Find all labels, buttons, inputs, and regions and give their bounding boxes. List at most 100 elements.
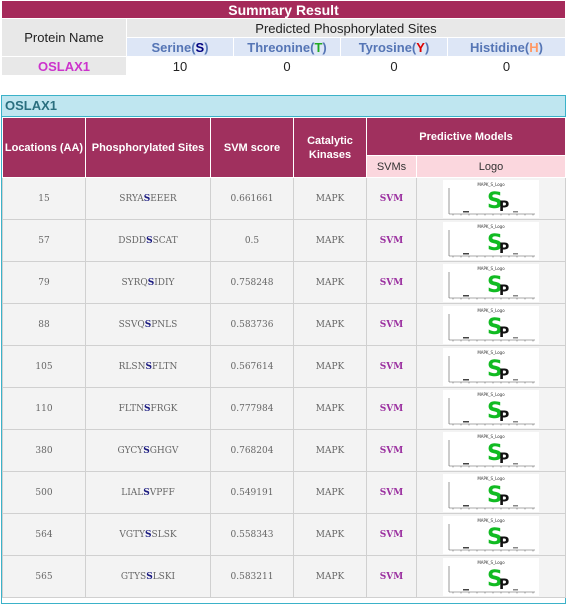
location-cell: 110 — [2, 387, 86, 430]
svm-score-cell: 0.5 — [210, 219, 294, 262]
table-row: 110 FLTNSFRGK 0.777984 MAPK SVM MAPK_S_Logo S P — [2, 387, 567, 430]
sequence-logo-icon: MAPK_S_LogoSP — [443, 557, 539, 596]
logo-cell: MAPK_S_Logo S P — [415, 429, 567, 472]
site-prefix: FLTN — [118, 403, 144, 414]
histidine-header: Histidine(H) — [448, 38, 565, 56]
location-cell: 380 — [2, 429, 86, 472]
location-cell: 564 — [2, 513, 86, 556]
summary-title: Summary Result — [2, 1, 565, 18]
svg-text:P: P — [499, 325, 509, 341]
table-row: 105 RLSNSFLTN 0.567614 MAPK SVM MAPK_S_Logo S P — [2, 345, 567, 388]
logo-header: Logo — [415, 155, 567, 178]
sequence-logo-icon: MAPK_S_LogoSP — [443, 221, 539, 260]
sites-header: Phosphorylated Sites — [85, 117, 211, 178]
site-suffix: LSKI — [152, 571, 176, 582]
logo-title: MAPK_S_Logo — [477, 560, 505, 565]
location-cell: 57 — [2, 219, 86, 262]
logo-title: MAPK_S_Logo — [477, 308, 505, 313]
site-sequence-cell: RLSNSFLTN — [85, 345, 211, 388]
serine-header: Serine(S) — [127, 38, 233, 56]
logo-cell: MAPK_S_Logo S P — [415, 177, 567, 220]
logo-title: MAPK_S_Logo — [477, 266, 505, 271]
sequence-logo-icon: MAPK_S_LogoSP — [443, 305, 539, 344]
site-suffix: SCAT — [152, 235, 178, 246]
site-sequence-cell: GYCYSGHGV — [85, 429, 211, 472]
site-sequence-cell: GTYSSLSKI — [85, 555, 211, 598]
kinase-cell: MAPK — [293, 303, 367, 346]
logo-title: MAPK_S_Logo — [477, 518, 505, 523]
svm-model-link[interactable]: SVM — [366, 387, 417, 430]
svm-model-link[interactable]: SVM — [366, 555, 417, 598]
svm-model-link[interactable]: SVM — [366, 429, 417, 472]
site-sequence-cell: SSVQSPNLS — [85, 303, 211, 346]
svm-score-cell: 0.558343 — [210, 513, 294, 556]
summary-protein-name: OSLAX1 — [2, 57, 126, 75]
table-row: 380 GYCYSGHGV 0.768204 MAPK SVM MAPK_S_Logo S P — [2, 429, 567, 472]
sequence-logo-icon: MAPK_S_LogoSP — [443, 179, 539, 218]
svm-score-cell: 0.549191 — [210, 471, 294, 514]
table-row: 565 GTYSSLSKI 0.583211 MAPK SVM MAPK_S_Logo S P — [2, 555, 567, 598]
kinase-cell: MAPK — [293, 261, 367, 304]
sequence-logo-icon: MAPK_S_LogoSP — [443, 347, 539, 386]
sequence-logo-icon: MAPK_S_LogoSP — [443, 515, 539, 554]
histidine-suffix: ) — [538, 39, 543, 55]
histidine-code: H — [529, 39, 539, 55]
site-prefix: SYRQ — [121, 277, 148, 288]
sequence-logo-icon: MAPK_S_LogoSP — [443, 263, 539, 302]
threonine-suffix: ) — [322, 39, 327, 55]
table-row: 88 SSVQSPNLS 0.583736 MAPK SVM MAPK_S_Logo S P — [2, 303, 567, 346]
svm-model-link[interactable]: SVM — [366, 513, 417, 556]
svm-score-cell: 0.777984 — [210, 387, 294, 430]
logo-cell: MAPK_S_Logo S P — [415, 261, 567, 304]
sequence-logo-icon: MAPK_S_LogoSP — [443, 389, 539, 428]
svg-text:P: P — [499, 241, 509, 257]
svm-model-link[interactable]: SVM — [366, 261, 417, 304]
site-prefix: GTYS — [120, 571, 147, 582]
kinase-cell: MAPK — [293, 555, 367, 598]
tyrosine-suffix: ) — [424, 39, 430, 55]
svg-text:P: P — [499, 577, 509, 593]
svg-text:P: P — [499, 283, 509, 299]
location-cell: 500 — [2, 471, 86, 514]
svm-model-link[interactable]: SVM — [366, 219, 417, 262]
svm-model-link[interactable]: SVM — [366, 177, 417, 220]
histidine-label: Histidine( — [470, 39, 530, 55]
site-prefix: RLSN — [118, 361, 146, 372]
site-suffix: VPFF — [149, 487, 175, 498]
threonine-label: Threonine( — [247, 39, 315, 55]
site-sequence-cell: FLTNSFRGK — [85, 387, 211, 430]
svm-score-cell: 0.567614 — [210, 345, 294, 388]
site-prefix: VGTY — [119, 529, 146, 540]
svm-model-link[interactable]: SVM — [366, 303, 417, 346]
logo-title: MAPK_S_Logo — [477, 476, 505, 481]
svg-text:P: P — [499, 451, 509, 467]
table-row: 500 LIALSVPFF 0.549191 MAPK SVM MAPK_S_Logo S P — [2, 471, 567, 514]
svm-score-cell: 0.661661 — [210, 177, 294, 220]
logo-cell: MAPK_S_Logo S P — [415, 471, 567, 514]
detail-panel: OSLAX1 Locations (AA) Phosphorylated Sit… — [1, 95, 567, 604]
locations-header: Locations (AA) — [2, 117, 86, 178]
site-suffix: PNLS — [151, 319, 178, 330]
detail-protein-title: OSLAX1 — [2, 96, 565, 117]
svm-score-cell: 0.583736 — [210, 303, 294, 346]
svg-text:P: P — [499, 367, 509, 383]
kinase-cell: MAPK — [293, 345, 367, 388]
location-cell: 79 — [2, 261, 86, 304]
svg-text:P: P — [499, 535, 509, 551]
sequence-logo-icon: MAPK_S_LogoSP — [443, 431, 539, 470]
site-suffix: FLTN — [151, 361, 178, 372]
svm-model-link[interactable]: SVM — [366, 471, 417, 514]
summary-panel: Summary Result Protein Name Predicted Ph… — [1, 0, 566, 76]
svg-text:P: P — [499, 493, 509, 509]
summary-table: Summary Result Protein Name Predicted Ph… — [1, 0, 566, 76]
svg-text:P: P — [499, 199, 509, 215]
logo-cell: MAPK_S_Logo S P — [415, 387, 567, 430]
svm-model-link[interactable]: SVM — [366, 345, 417, 388]
site-sequence-cell: SRYASEEER — [85, 177, 211, 220]
location-cell: 105 — [2, 345, 86, 388]
svm-score-cell: 0.768204 — [210, 429, 294, 472]
kinase-cell: MAPK — [293, 177, 367, 220]
svms-header: SVMs — [366, 155, 417, 178]
logo-title: MAPK_S_Logo — [477, 224, 505, 229]
kinase-cell: MAPK — [293, 429, 367, 472]
